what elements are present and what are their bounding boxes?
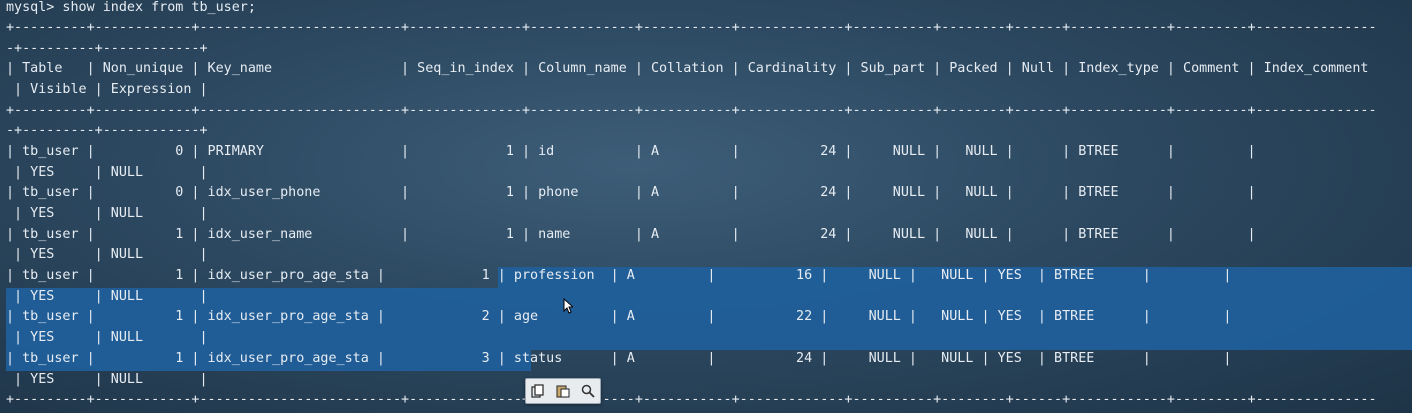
- table-row: | YES | NULL |: [6, 372, 208, 387]
- table-row: | YES | NULL |: [6, 165, 208, 180]
- command-prompt: mysql> show index from tb_user;: [6, 0, 256, 15]
- table-row: | tb_user | 1 | idx_user_pro_age_sta | 3…: [6, 351, 1232, 366]
- table-row: | YES | NULL |: [6, 330, 208, 345]
- table-row: | tb_user | 1 | idx_user_pro_age_sta | 1…: [6, 268, 1232, 283]
- table-border: +---------+------------+----------------…: [6, 392, 1377, 407]
- copy-icon[interactable]: [528, 381, 548, 401]
- search-icon[interactable]: [578, 381, 598, 401]
- table-border: +---------+------------+----------------…: [6, 20, 1377, 35]
- terminal-window[interactable]: mysql> show index from tb_user; +-------…: [0, 0, 1412, 413]
- mouse-cursor-icon: [563, 298, 573, 314]
- table-row: | tb_user | 1 | idx_user_name | 1 | name…: [6, 227, 1256, 242]
- table-header: | Visible | Expression |: [6, 82, 208, 97]
- selection-toolbar: [525, 378, 601, 404]
- table-border: -+---------+------------+: [6, 41, 208, 56]
- table-row: | YES | NULL |: [6, 247, 208, 262]
- table-border: -+---------+------------+: [6, 123, 208, 138]
- table-header: | Table | Non_unique | Key_name | Seq_in…: [6, 61, 1369, 76]
- table-row: | tb_user | 0 | idx_user_phone | 1 | pho…: [6, 185, 1256, 200]
- table-border: +---------+------------+----------------…: [6, 103, 1377, 118]
- table-row: | YES | NULL |: [6, 289, 208, 304]
- table-row: | YES | NULL |: [6, 206, 208, 221]
- paste-icon[interactable]: [553, 381, 573, 401]
- table-row: | tb_user | 0 | PRIMARY | 1 | id | A | 2…: [6, 144, 1256, 159]
- table-row: | tb_user | 1 | idx_user_pro_age_sta | 2…: [6, 309, 1232, 324]
